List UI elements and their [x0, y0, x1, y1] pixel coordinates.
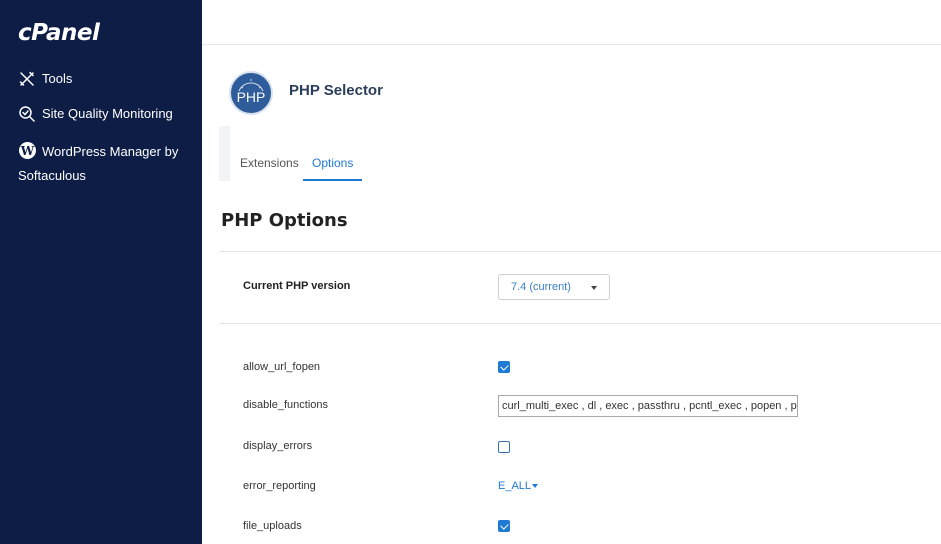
top-bar [202, 0, 941, 45]
tab-extensions[interactable]: Extensions [240, 156, 299, 170]
caret-down-icon [532, 484, 539, 489]
svg-text:W: W [20, 144, 35, 158]
file-uploads-checkbox[interactable] [498, 520, 510, 532]
divider [219, 251, 941, 252]
sidebar-item-site-quality-monitoring[interactable]: Site Quality Monitoring [18, 102, 173, 126]
sidebar-item-label: Site Quality Monitoring [42, 106, 173, 121]
php-version-select[interactable]: 7.4 (current) [498, 274, 610, 300]
allow-url-fopen-checkbox[interactable] [498, 361, 510, 373]
cpanel-logo[interactable]: cPanel [18, 20, 100, 46]
active-tab-indicator [303, 179, 362, 181]
wordpress-icon: W [18, 141, 36, 159]
php-version-label: Current PHP version [243, 280, 351, 292]
error-reporting-dropdown[interactable]: E_ALL [498, 480, 539, 492]
option-label-error-reporting: error_reporting [243, 480, 316, 492]
page-title: PHP Selector [289, 82, 383, 99]
sidebar-item-wordpress-manager[interactable]: W WordPress Manager by Softaculous [18, 138, 196, 188]
site-quality-icon [18, 105, 36, 123]
display-errors-checkbox[interactable] [498, 441, 510, 453]
disable-functions-input[interactable]: curl_multi_exec , dl , exec , passthru ,… [498, 395, 798, 417]
option-label-disable-functions: disable_functions [243, 399, 329, 411]
tools-icon [18, 70, 36, 88]
tab-options[interactable]: Options [312, 156, 353, 170]
php-logo: PHP [229, 71, 273, 115]
divider [219, 323, 941, 324]
sidebar-item-label: WordPress Manager by Softaculous [18, 144, 179, 183]
error-reporting-value: E_ALL [498, 480, 532, 492]
option-label-allow-url-fopen: allow_url_fopen [243, 361, 321, 373]
sidebar-item-label: Tools [42, 71, 73, 86]
php-version-value: 7.4 (current) [511, 281, 571, 293]
sidebar-item-tools[interactable]: Tools [18, 67, 72, 91]
tab-bar-marker [219, 126, 230, 181]
section-title: PHP Options [221, 210, 348, 231]
chevron-down-icon [591, 286, 597, 290]
option-label-file-uploads: file_uploads [243, 520, 302, 532]
option-label-display-errors: display_errors [243, 440, 313, 452]
sidebar: cPanel Tools Site Quality Monitoring W W… [0, 0, 202, 544]
